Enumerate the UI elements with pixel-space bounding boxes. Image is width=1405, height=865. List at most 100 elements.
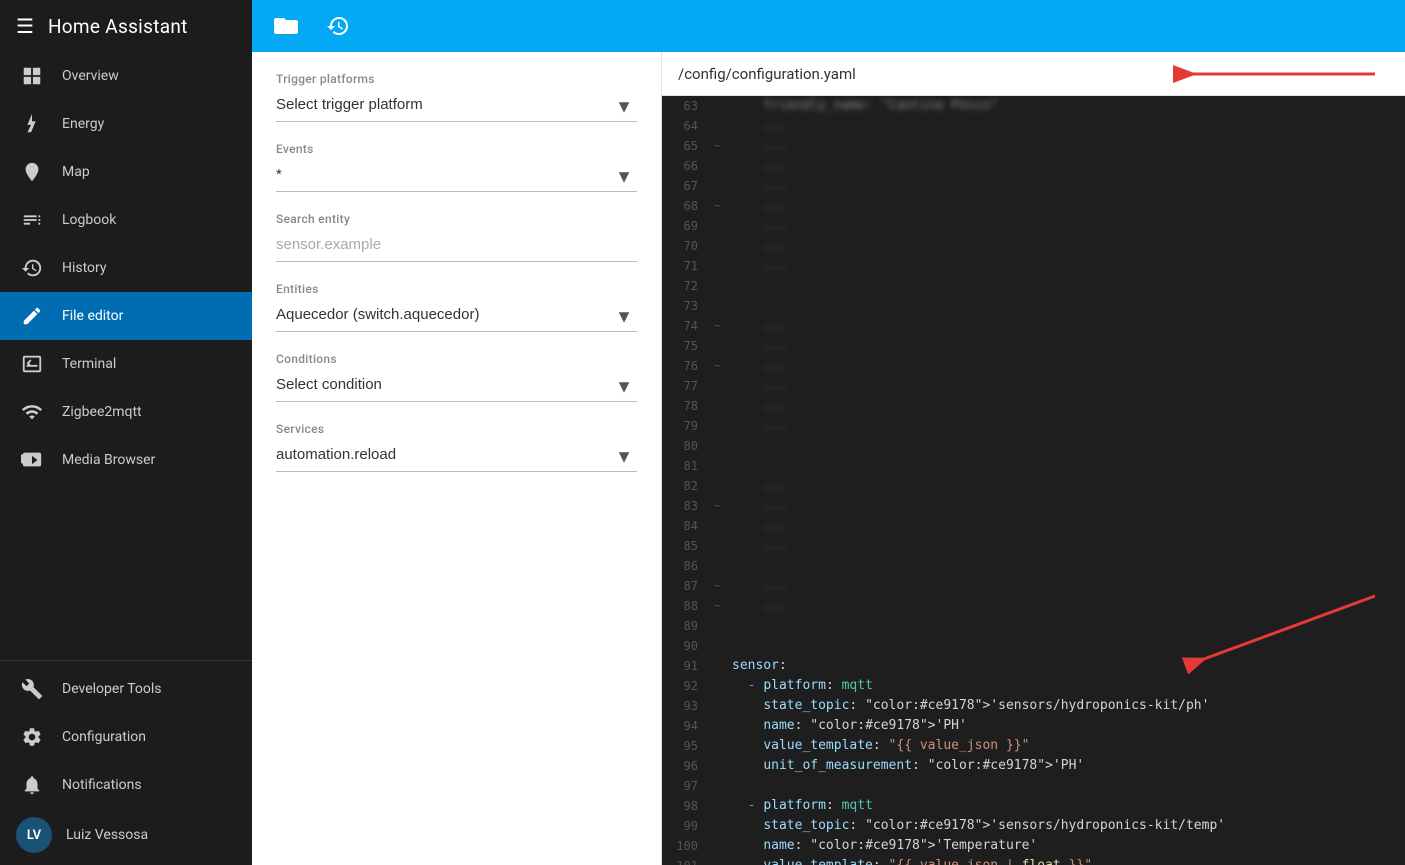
sidebar-item-zigbee2mqtt[interactable]: Zigbee2mqtt	[0, 388, 252, 436]
code-line-65: 65~ ...	[662, 136, 1405, 156]
events-select[interactable]: *	[276, 162, 637, 187]
line-code: ...	[724, 516, 1405, 536]
entities-wrapper: Aquecedor (switch.aquecedor) ▼	[276, 302, 637, 332]
line-code: sensor:	[724, 656, 1405, 676]
sidebar-item-logbook[interactable]: Logbook	[0, 196, 252, 244]
line-code: ...	[724, 116, 1405, 136]
energy-icon	[20, 112, 44, 136]
sidebar-item-energy[interactable]: Energy	[0, 100, 252, 148]
menu-icon[interactable]: ☰	[16, 14, 34, 38]
sidebar-item-label-logbook: Logbook	[62, 212, 116, 228]
line-code: ...	[724, 496, 1405, 516]
line-code: ...	[724, 196, 1405, 216]
search-entity-label: Search entity	[276, 212, 637, 226]
line-code: friendly_name: "Cantina Pesco"	[724, 96, 1405, 116]
search-entity-input[interactable]	[276, 232, 637, 257]
conditions-wrapper: Select condition ▼	[276, 372, 637, 402]
line-code: name: "color:#ce9178">'Temperature'	[724, 836, 1405, 856]
line-number: 79	[662, 416, 710, 436]
services-label: Services	[276, 422, 637, 436]
sidebar-item-label-dev: Developer Tools	[62, 681, 162, 697]
sidebar-item-developer-tools[interactable]: Developer Tools	[0, 665, 252, 713]
sidebar-item-media-browser[interactable]: Media Browser	[0, 436, 252, 484]
line-code	[724, 616, 1405, 636]
line-code: ...	[724, 176, 1405, 196]
line-gutter	[710, 776, 724, 796]
line-number: 68	[662, 196, 710, 216]
line-number: 82	[662, 476, 710, 496]
line-number: 83	[662, 496, 710, 516]
line-number: 63	[662, 96, 710, 116]
line-number: 96	[662, 756, 710, 776]
sidebar-item-file-editor[interactable]: File editor	[0, 292, 252, 340]
line-gutter	[710, 796, 724, 816]
file-editor-icon	[20, 304, 44, 328]
events-section: Events * ▼	[276, 142, 637, 192]
line-gutter	[710, 96, 724, 116]
code-line-70: 70 ...	[662, 236, 1405, 256]
line-gutter	[710, 516, 724, 536]
code-line-73: 73	[662, 296, 1405, 316]
folder-button[interactable]	[268, 8, 304, 44]
line-gutter	[710, 296, 724, 316]
red-arrow-top	[1165, 60, 1385, 88]
code-editor[interactable]: 63 friendly_name: "Cantina Pesco"64 ...6…	[662, 96, 1405, 865]
line-gutter	[710, 616, 724, 636]
line-code	[724, 556, 1405, 576]
trigger-platforms-section: Trigger platforms Select trigger platfor…	[276, 72, 637, 122]
code-line-74: 74~ ...	[662, 316, 1405, 336]
line-gutter: ~	[710, 136, 724, 156]
line-number: 97	[662, 776, 710, 796]
line-gutter	[710, 416, 724, 436]
code-line-86: 86	[662, 556, 1405, 576]
terminal-icon	[20, 352, 44, 376]
user-name: Luiz Vessosa	[66, 827, 148, 843]
history-button[interactable]	[320, 8, 356, 44]
sidebar-item-notifications[interactable]: Notifications	[0, 761, 252, 809]
line-code: ...	[724, 476, 1405, 496]
map-icon	[20, 160, 44, 184]
code-line-68: 68~ ...	[662, 196, 1405, 216]
sidebar-item-configuration[interactable]: Configuration	[0, 713, 252, 761]
conditions-select[interactable]: Select condition	[276, 372, 637, 397]
sidebar-item-terminal[interactable]: Terminal	[0, 340, 252, 388]
code-line-82: 82 ...	[662, 476, 1405, 496]
sidebar-item-label-overview: Overview	[62, 68, 119, 84]
line-gutter	[710, 556, 724, 576]
code-line-88: 88~ ...	[662, 596, 1405, 616]
line-number: 80	[662, 436, 710, 456]
sidebar-item-history[interactable]: History	[0, 244, 252, 292]
code-line-71: 71 ...	[662, 256, 1405, 276]
sidebar: ☰ Home Assistant Overview Energy Map Lo	[0, 0, 252, 865]
line-gutter	[710, 476, 724, 496]
nav-items: Overview Energy Map Logbook History	[0, 52, 252, 660]
code-line-94: 94 name: "color:#ce9178">'PH'	[662, 716, 1405, 736]
code-line-91: 91sensor:	[662, 656, 1405, 676]
code-line-79: 79 ...	[662, 416, 1405, 436]
trigger-platform-select[interactable]: Select trigger platform	[276, 92, 637, 117]
line-number: 101	[662, 856, 710, 865]
sidebar-item-label-config: Configuration	[62, 729, 146, 745]
sidebar-item-map[interactable]: Map	[0, 148, 252, 196]
code-line-72: 72	[662, 276, 1405, 296]
line-number: 84	[662, 516, 710, 536]
sidebar-item-overview[interactable]: Overview	[0, 52, 252, 100]
trigger-platforms-wrapper: Select trigger platform ▼	[276, 92, 637, 122]
code-lines: 63 friendly_name: "Cantina Pesco"64 ...6…	[662, 96, 1405, 865]
entities-select[interactable]: Aquecedor (switch.aquecedor)	[276, 302, 637, 327]
line-number: 98	[662, 796, 710, 816]
line-gutter	[710, 236, 724, 256]
code-line-69: 69 ...	[662, 216, 1405, 236]
line-code: - platform: mqtt	[724, 676, 1405, 696]
line-code: name: "color:#ce9178">'PH'	[724, 716, 1405, 736]
search-entity-wrapper	[276, 232, 637, 262]
line-number: 95	[662, 736, 710, 756]
line-number: 100	[662, 836, 710, 856]
services-select[interactable]: automation.reload	[276, 442, 637, 467]
line-code: ...	[724, 316, 1405, 336]
sidebar-item-label-map: Map	[62, 164, 90, 180]
line-gutter	[710, 636, 724, 656]
search-entity-section: Search entity	[276, 212, 637, 262]
line-number: 67	[662, 176, 710, 196]
user-profile[interactable]: LV Luiz Vessosa	[0, 809, 252, 861]
